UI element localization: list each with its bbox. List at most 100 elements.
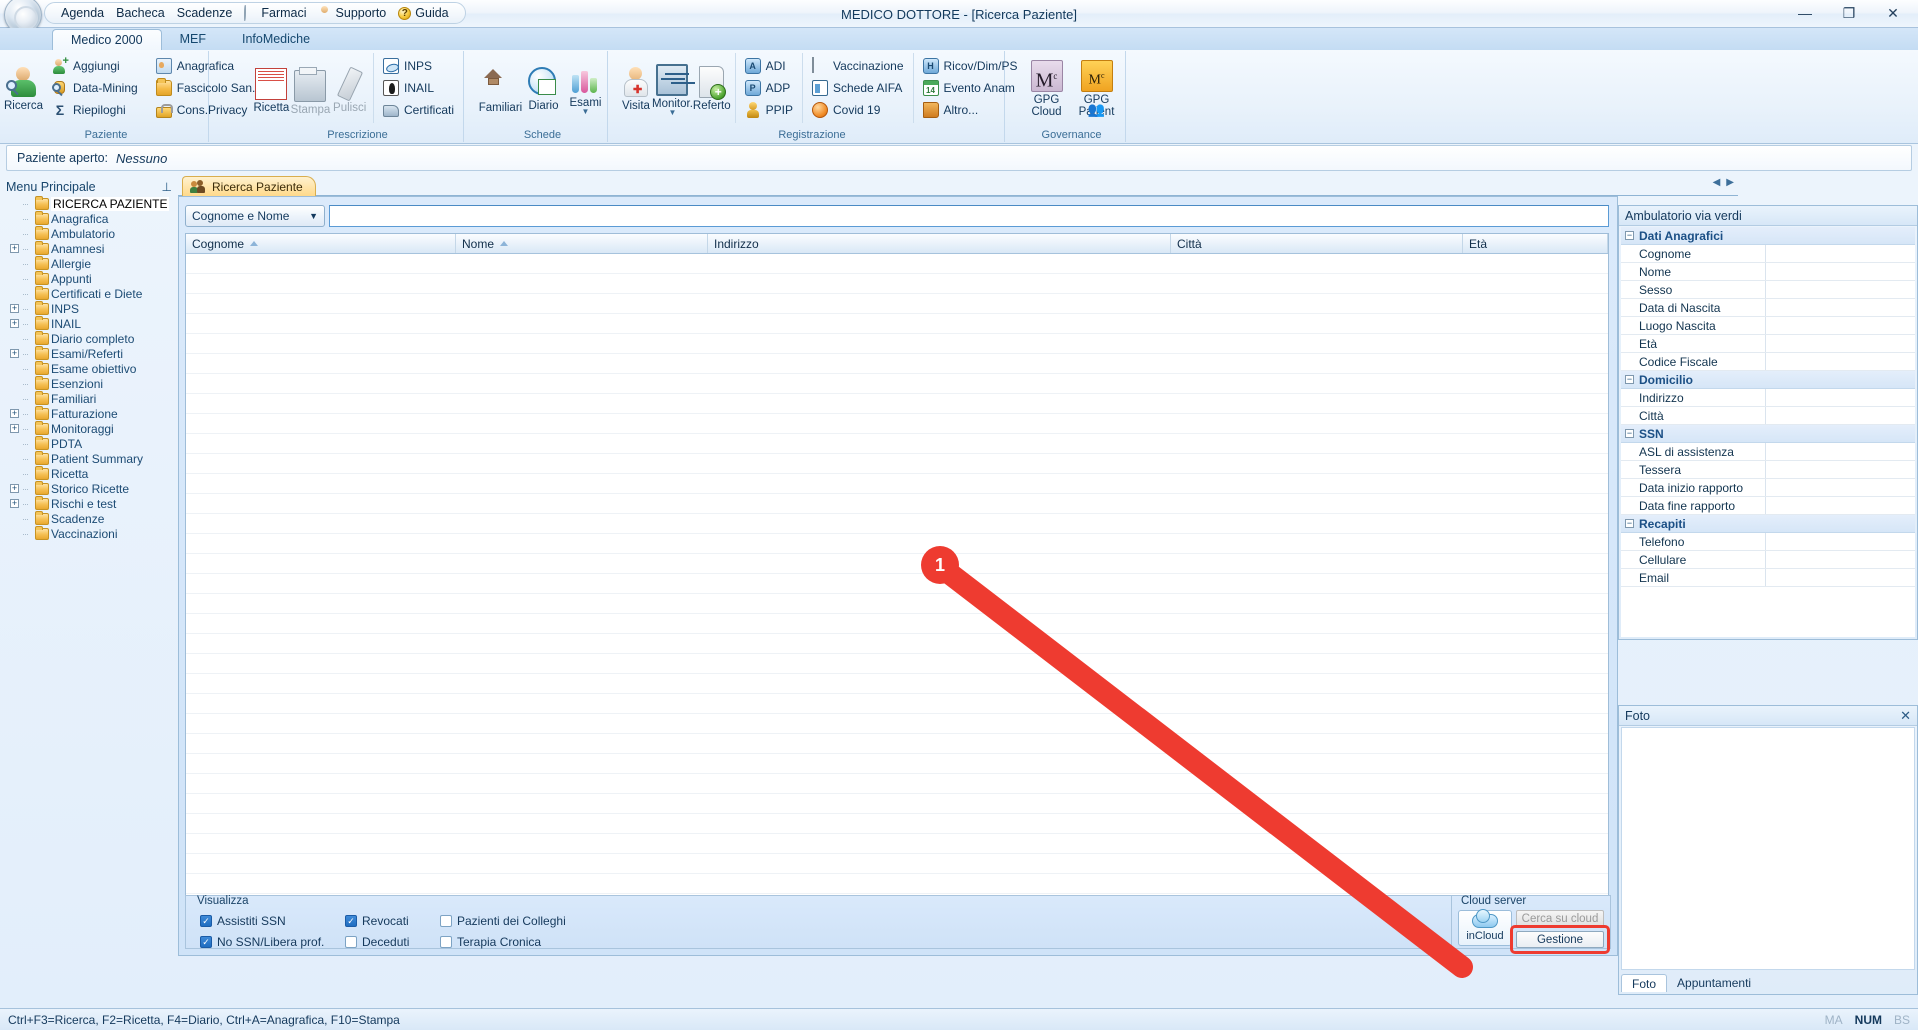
sidebar-item-patient-summary[interactable]: ··· Patient Summary bbox=[2, 450, 176, 466]
table-row[interactable] bbox=[186, 534, 1608, 554]
anagrafica-group-ssn[interactable]: − SSN bbox=[1621, 425, 1915, 443]
ribbon-button-adi[interactable]: A ADI bbox=[740, 56, 798, 77]
ribbon-button-ppip[interactable]: PPIP bbox=[740, 100, 798, 121]
sidebar-item-monitoraggi[interactable]: + ··· Monitoraggi bbox=[2, 420, 176, 436]
expand-icon[interactable]: + bbox=[10, 424, 19, 433]
table-row[interactable] bbox=[186, 654, 1608, 674]
collapse-icon[interactable]: − bbox=[1625, 429, 1634, 438]
anagrafica-field-value[interactable] bbox=[1766, 479, 1915, 496]
sidebar-item-ricetta[interactable]: ··· Ricetta bbox=[2, 465, 176, 481]
table-row[interactable] bbox=[186, 334, 1608, 354]
ribbon-button-riepiloghi[interactable]: Σ Riepiloghi bbox=[47, 100, 143, 121]
menu-item-farmaci[interactable]: Farmaci bbox=[238, 3, 312, 23]
anagrafica-field-value[interactable] bbox=[1766, 263, 1915, 280]
anagrafica-group-domicilio[interactable]: − Domicilio bbox=[1621, 371, 1915, 389]
grid-column-header-nome[interactable]: Nome bbox=[456, 234, 708, 253]
expand-icon[interactable]: + bbox=[10, 349, 19, 358]
ribbon-button-ricerca[interactable]: Ricerca bbox=[4, 53, 43, 123]
collapse-icon[interactable]: − bbox=[1625, 519, 1634, 528]
sidebar-item-pdta[interactable]: ··· PDTA bbox=[2, 435, 176, 451]
ribbon-button-visita[interactable]: ✚ Visita bbox=[620, 53, 652, 123]
collapse-icon[interactable]: − bbox=[1625, 231, 1634, 240]
table-row[interactable] bbox=[186, 494, 1608, 514]
sidebar-item-inps[interactable]: + ··· INPS bbox=[2, 300, 176, 316]
table-row[interactable] bbox=[186, 454, 1608, 474]
anagrafica-row[interactable]: Email bbox=[1621, 569, 1915, 587]
ribbon-button-monitor[interactable]: Monitor. ▼ bbox=[652, 53, 693, 123]
anagrafica-group-recapiti[interactable]: − Recapiti bbox=[1621, 515, 1915, 533]
sidebar-item-storico-ricette[interactable]: + ··· Storico Ricette bbox=[2, 480, 176, 496]
sidebar-item-certificati-e-diete[interactable]: ··· Certificati e Diete bbox=[2, 285, 176, 301]
table-row[interactable] bbox=[186, 274, 1608, 294]
ribbon-button-anagrafica[interactable]: Anagrafica bbox=[151, 56, 261, 77]
sidebar-item-ambulatorio[interactable]: ··· Ambulatorio bbox=[2, 225, 176, 241]
anagrafica-field-value[interactable] bbox=[1766, 533, 1915, 550]
sidebar-item-appunti[interactable]: ··· Appunti bbox=[2, 270, 176, 286]
menu-item-supporto[interactable]: Supporto bbox=[313, 3, 393, 23]
grid-column-header-cognome[interactable]: Cognome bbox=[186, 234, 456, 253]
sidebar-item-diario-completo[interactable]: ··· Diario completo bbox=[2, 330, 176, 346]
grid-body[interactable] bbox=[186, 254, 1608, 914]
anagrafica-group-dati-anagrafici[interactable]: − Dati Anagrafici bbox=[1621, 227, 1915, 245]
anagrafica-row[interactable]: ASL di assistenza bbox=[1621, 443, 1915, 461]
table-row[interactable] bbox=[186, 254, 1608, 274]
sidebar-item-inail[interactable]: + ··· INAIL bbox=[2, 315, 176, 331]
sidebar-item-anamnesi[interactable]: + ··· Anamnesi bbox=[2, 240, 176, 256]
sidebar-item-esame-obiettivo[interactable]: ··· Esame obiettivo bbox=[2, 360, 176, 376]
menu-item-scadenze[interactable]: Scadenze bbox=[171, 3, 239, 23]
anagrafica-field-value[interactable] bbox=[1766, 443, 1915, 460]
anagrafica-row[interactable]: Codice Fiscale bbox=[1621, 353, 1915, 371]
grid-column-header-citt-[interactable]: Città bbox=[1171, 234, 1463, 253]
ribbon-button-schede-aifa[interactable]: Schede AIFA bbox=[807, 78, 909, 99]
table-row[interactable] bbox=[186, 694, 1608, 714]
anagrafica-row[interactable]: Sesso bbox=[1621, 281, 1915, 299]
expand-icon[interactable]: + bbox=[10, 409, 19, 418]
anagrafica-field-value[interactable] bbox=[1766, 245, 1915, 262]
expand-icon[interactable]: + bbox=[10, 304, 19, 313]
sidebar-item-anagrafica[interactable]: ··· Anagrafica bbox=[2, 210, 176, 226]
anagrafica-field-value[interactable] bbox=[1766, 461, 1915, 478]
anagrafica-row[interactable]: Data fine rapporto bbox=[1621, 497, 1915, 515]
table-row[interactable] bbox=[186, 774, 1608, 794]
chevron-down-icon[interactable]: ▼ bbox=[582, 108, 590, 116]
search-input[interactable] bbox=[329, 205, 1609, 227]
anagrafica-row[interactable]: Tessera bbox=[1621, 461, 1915, 479]
table-row[interactable] bbox=[186, 474, 1608, 494]
sidebar-item-rischi-e-test[interactable]: + ··· Rischi e test bbox=[2, 495, 176, 511]
sidebar-item-allergie[interactable]: ··· Allergie bbox=[2, 255, 176, 271]
gestione-button[interactable]: Gestione bbox=[1516, 931, 1604, 948]
tab-infomediche[interactable]: InfoMediche bbox=[224, 29, 328, 50]
anagrafica-row[interactable]: Telefono bbox=[1621, 533, 1915, 551]
minimize-button[interactable]: — bbox=[1784, 2, 1826, 24]
anagrafica-row[interactable]: Città bbox=[1621, 407, 1915, 425]
anagrafica-row[interactable]: Data inizio rapporto bbox=[1621, 479, 1915, 497]
table-row[interactable] bbox=[186, 314, 1608, 334]
table-row[interactable] bbox=[186, 374, 1608, 394]
ribbon-button-gpg-cloud[interactable]: Mc GPG Cloud bbox=[1022, 53, 1072, 123]
ribbon-button-ricov-dim-ps[interactable]: H Ricov/Dim/PS bbox=[918, 56, 1023, 77]
sidebar-item-vaccinazioni[interactable]: ··· Vaccinazioni bbox=[2, 525, 176, 541]
checkbox-no-ssn-libera-prof[interactable]: No SSN/Libera prof. bbox=[200, 935, 345, 949]
collapse-icon[interactable]: − bbox=[1625, 375, 1634, 384]
anagrafica-row[interactable]: Indirizzo bbox=[1621, 389, 1915, 407]
anagrafica-field-value[interactable] bbox=[1766, 407, 1915, 424]
table-row[interactable] bbox=[186, 874, 1608, 894]
sidebar-item-fatturazione[interactable]: + ··· Fatturazione bbox=[2, 405, 176, 421]
sidebar-item-familiari[interactable]: ··· Familiari bbox=[2, 390, 176, 406]
checkbox-assistiti-ssn[interactable]: Assistiti SSN bbox=[200, 914, 345, 928]
table-row[interactable] bbox=[186, 394, 1608, 414]
ribbon-button-ricetta[interactable]: Ricetta bbox=[252, 53, 291, 123]
expand-icon[interactable]: + bbox=[10, 484, 19, 493]
ribbon-button-inail[interactable]: INAIL bbox=[378, 78, 459, 99]
table-row[interactable] bbox=[186, 594, 1608, 614]
anagrafica-field-value[interactable] bbox=[1766, 569, 1915, 586]
tab-medico-2000[interactable]: Medico 2000 bbox=[52, 29, 162, 50]
ribbon-button-stampa[interactable]: Stampa bbox=[291, 53, 330, 123]
tab-nav-prev[interactable]: ◀ bbox=[1713, 177, 1721, 188]
table-row[interactable] bbox=[186, 854, 1608, 874]
sidebar-item-esenzioni[interactable]: ··· Esenzioni bbox=[2, 375, 176, 391]
ribbon-button-familiari[interactable]: Familiari bbox=[479, 53, 523, 123]
table-row[interactable] bbox=[186, 554, 1608, 574]
expand-icon[interactable]: + bbox=[10, 244, 19, 253]
sidebar-item-ricerca-paziente[interactable]: ··· RICERCA PAZIENTE bbox=[2, 195, 176, 211]
